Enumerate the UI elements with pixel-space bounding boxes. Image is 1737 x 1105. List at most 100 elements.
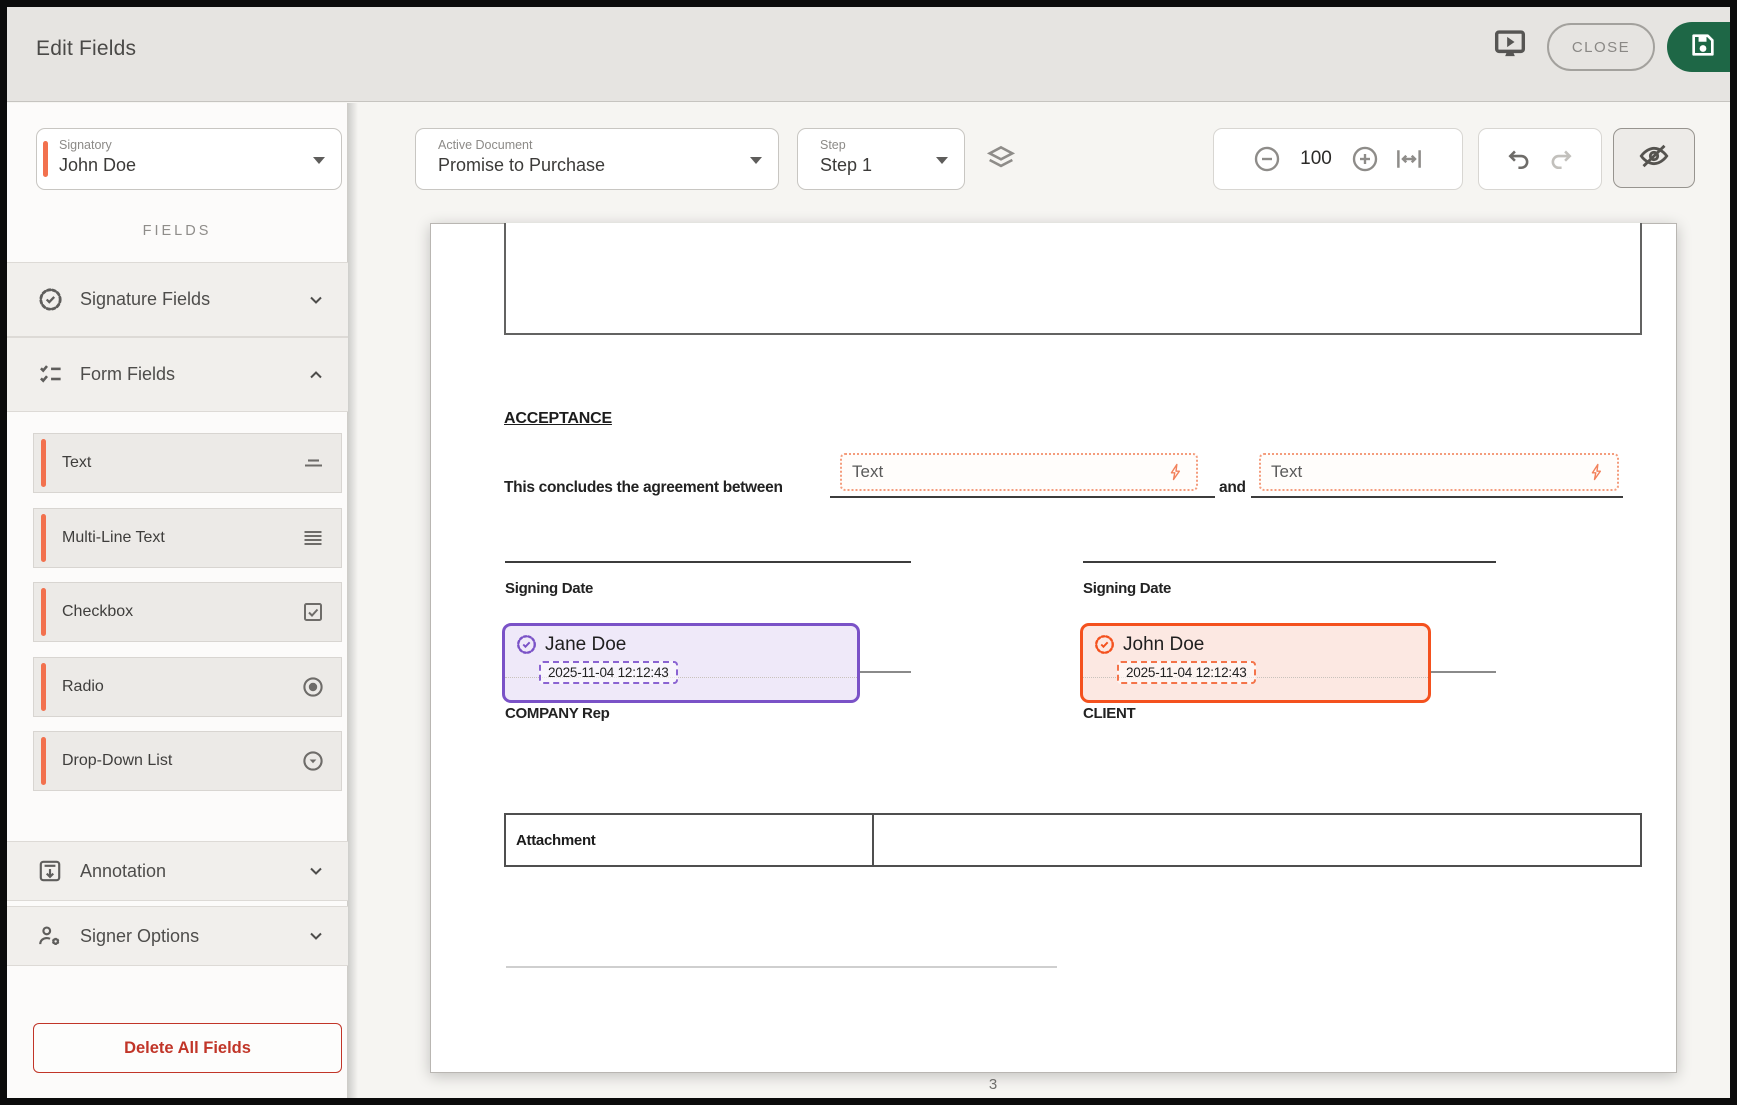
delete-all-fields-button[interactable]: Delete All Fields [33,1023,342,1073]
chevron-down-icon [306,861,326,881]
signing-date-label: Signing Date [505,580,593,597]
card-accent-bar [41,737,46,785]
checklist-icon [37,361,64,388]
section-label: Annotation [80,861,306,882]
text-lines-icon [301,451,325,475]
hide-fields-button[interactable] [1613,128,1695,188]
signer-name: John Doe [1123,634,1204,656]
attachment-table: Attachment [504,813,1642,867]
section-signer-options[interactable]: Signer Options [7,906,348,966]
conjunction-text: and [1219,479,1246,497]
sidebar-divider-shadow [348,103,358,1098]
zoom-out-icon[interactable] [1252,144,1282,174]
step-select-value: Step 1 [820,155,872,176]
fill-line [830,496,1215,498]
card-accent-bar [41,663,46,711]
document-workspace: Active Document Promise to Purchase Step… [348,103,1730,1098]
footer-rule [506,966,1057,968]
page-number: 3 [968,1076,1018,1093]
signer-name: Jane Doe [545,634,626,656]
zoom-level-value: 100 [1296,148,1336,170]
save-button[interactable] [1667,22,1737,72]
section-label: Signature Fields [80,289,306,310]
undo-redo-controls [1478,128,1602,190]
seal-check-icon [515,633,538,656]
zoom-controls: 100 [1213,128,1463,190]
section-annotation[interactable]: Annotation [7,841,348,901]
document-page: ACCEPTANCE This concludes the agreement … [430,223,1677,1073]
fields-sidebar: Signatory John Doe FIELDS Signature Fiel… [7,103,348,1098]
signatory-select-value: John Doe [59,155,136,176]
date-line-stub [1431,671,1496,673]
seal-check-icon [37,286,64,313]
page-title: Edit Fields [36,37,136,61]
signatory-select-label: Signatory [59,138,112,152]
field-card-label: Text [62,454,301,472]
close-button[interactable]: CLOSE [1547,23,1655,71]
floppy-disk-icon [1689,31,1717,64]
chevron-up-icon [306,365,326,385]
field-card-checkbox[interactable]: Checkbox [33,582,342,642]
step-select[interactable]: Step Step 1 [797,128,965,190]
text-field-label: Text [852,462,1166,482]
field-card-label: Radio [62,678,301,696]
box-arrow-down-icon [37,858,64,885]
active-document-label: Active Document [438,138,532,152]
radio-icon [301,675,325,699]
fill-line [1251,496,1623,498]
section-label: Form Fields [80,364,306,385]
field-card-text[interactable]: Text [33,433,342,493]
signatory-select[interactable]: Signatory John Doe [36,128,342,190]
layers-button[interactable] [982,141,1020,179]
field-card-radio[interactable]: Radio [33,657,342,717]
signature-field-john-doe[interactable]: John Doe 2025-11-04 12:12:43 [1080,623,1431,703]
presentation-play-icon [1492,27,1528,66]
redo-icon[interactable] [1547,145,1575,173]
chevron-down-icon [306,290,326,310]
checkbox-icon [301,600,325,624]
lightning-bolt-icon [1166,462,1186,482]
fields-caption: FIELDS [7,223,347,239]
field-card-label: Multi-Line Text [62,529,301,547]
field-card-multiline-text[interactable]: Multi-Line Text [33,508,342,568]
date-line-stub [860,671,911,673]
attachment-value-cell [874,815,1640,865]
field-card-dropdown-list[interactable]: Drop-Down List [33,731,342,791]
text-field-placed-2[interactable]: Text [1259,453,1619,491]
seal-check-icon [1093,633,1116,656]
step-select-label: Step [820,138,846,152]
active-document-value: Promise to Purchase [438,155,605,176]
signatory-accent-bar [43,141,48,177]
signature-line [1083,561,1496,563]
top-header-bar: Edit Fields CLOSE [7,7,1730,102]
chevron-down-icon [313,157,325,164]
undo-icon[interactable] [1505,145,1533,173]
person-gear-icon [37,923,64,950]
chevron-down-icon [750,157,762,164]
card-accent-bar [41,439,46,487]
text-field-placed-1[interactable]: Text [840,453,1198,491]
multiline-icon [301,526,325,550]
section-label: Signer Options [80,926,306,947]
signature-field-jane-doe[interactable]: Jane Doe 2025-11-04 12:12:43 [502,623,860,703]
agreement-sentence: This concludes the agreement between [504,479,783,497]
chevron-down-icon [936,157,948,164]
lightning-bolt-icon [1587,462,1607,482]
card-accent-bar [41,514,46,562]
delete-all-fields-label: Delete All Fields [124,1039,251,1058]
field-card-label: Drop-Down List [62,752,301,770]
field-card-label: Checkbox [62,603,301,621]
signature-timestamp: 2025-11-04 12:12:43 [1117,661,1256,684]
section-signature-fields[interactable]: Signature Fields [7,262,348,337]
section-form-fields[interactable]: Form Fields [7,337,348,412]
text-field-label: Text [1271,462,1587,482]
fit-width-icon[interactable] [1394,144,1424,174]
chevron-down-icon [306,926,326,946]
zoom-in-icon[interactable] [1350,144,1380,174]
signer-role-label: COMPANY Rep [505,705,610,722]
preview-button[interactable] [1486,24,1534,68]
dropdown-circle-icon [301,749,325,773]
document-content-box [504,223,1642,335]
card-accent-bar [41,588,46,636]
active-document-select[interactable]: Active Document Promise to Purchase [415,128,779,190]
